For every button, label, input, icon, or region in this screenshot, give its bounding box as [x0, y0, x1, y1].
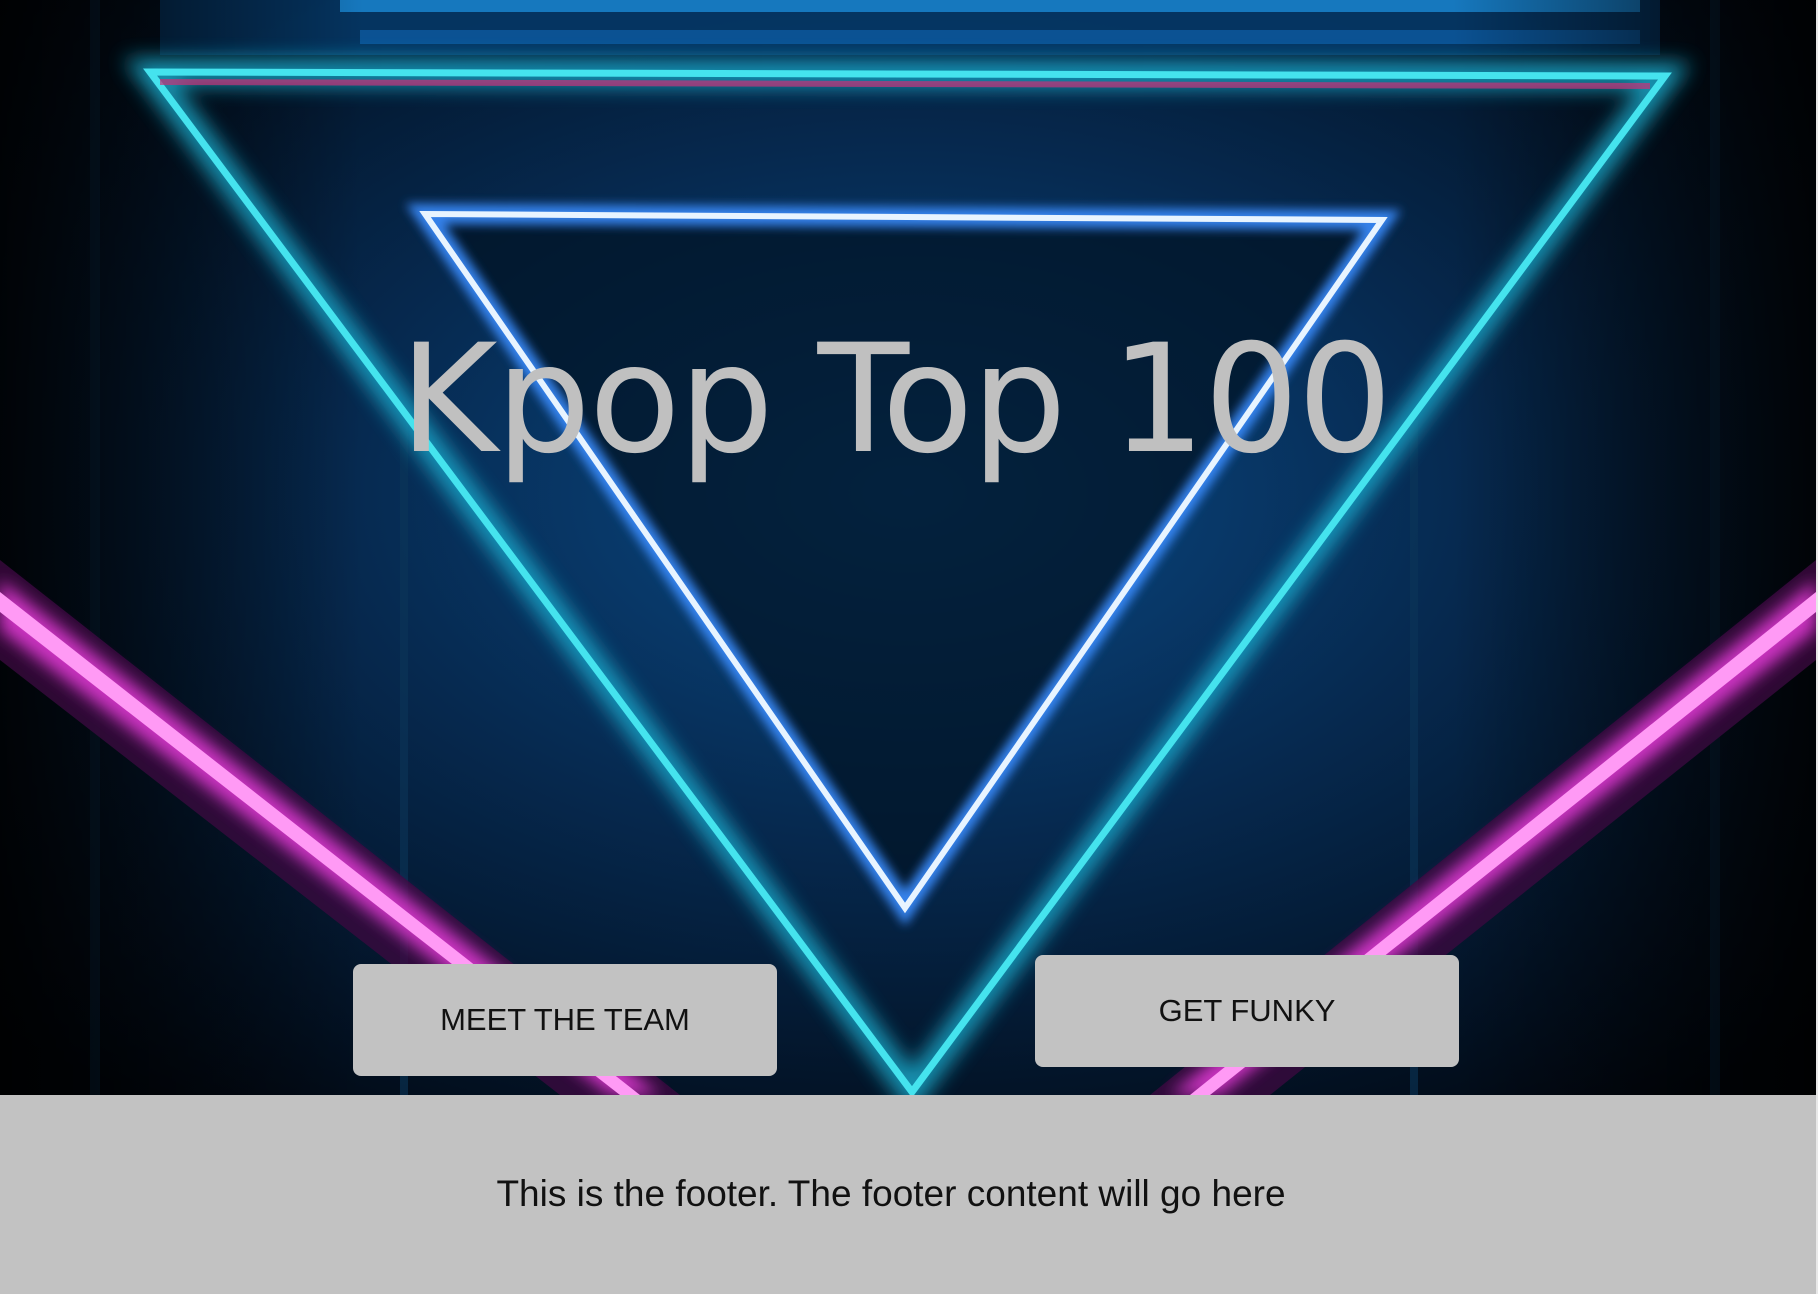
footer-text: This is the footer. The footer content w…	[496, 1173, 1286, 1214]
meet-the-team-button[interactable]: MEET THE TEAM	[353, 964, 777, 1076]
page-title: Kpop Top 100	[399, 313, 1392, 487]
hero-section: Kpop Top 100 MEET THE TEAM GET FUNKY	[0, 0, 1816, 1095]
page: Kpop Top 100 MEET THE TEAM GET FUNKY Thi…	[0, 0, 1818, 1294]
footer: This is the footer. The footer content w…	[0, 1095, 1816, 1294]
get-funky-button[interactable]: GET FUNKY	[1035, 955, 1459, 1067]
neon-triangle-image	[0, 0, 1816, 1095]
